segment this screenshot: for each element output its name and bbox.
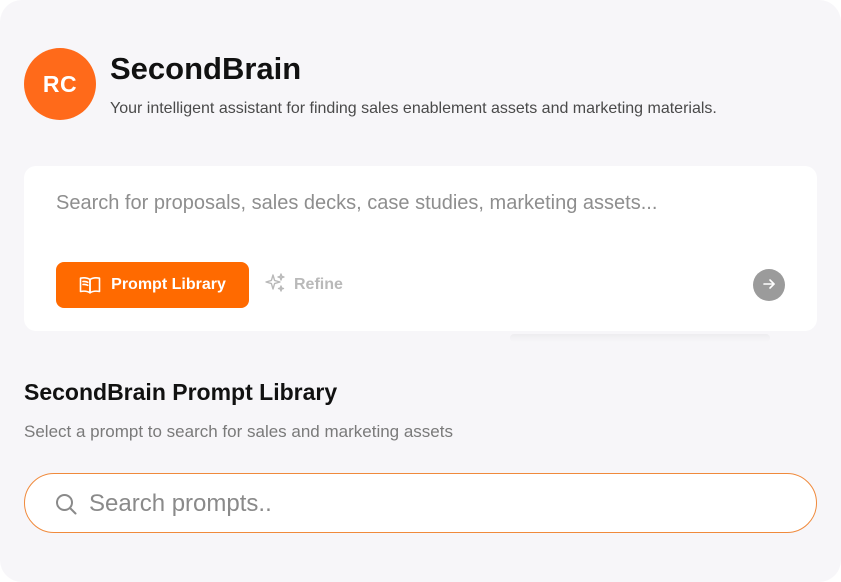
app-tagline: Your intelligent assistant for finding s… bbox=[110, 100, 717, 117]
main-search-input[interactable] bbox=[56, 188, 776, 218]
prompt-search-box[interactable] bbox=[24, 473, 817, 533]
search-icon bbox=[54, 492, 78, 516]
avatar: RC bbox=[24, 48, 96, 120]
prompt-library-subtitle: Select a prompt to search for sales and … bbox=[24, 422, 453, 441]
prompt-search-input[interactable] bbox=[89, 488, 789, 520]
sparkles-icon bbox=[264, 272, 286, 299]
send-button[interactable] bbox=[753, 269, 785, 301]
app-title: SecondBrain bbox=[110, 51, 302, 86]
card-shadow bbox=[510, 334, 770, 342]
prompt-library-button[interactable]: Prompt Library bbox=[56, 262, 249, 308]
arrow-right-icon bbox=[761, 276, 777, 295]
search-card: Prompt Library Refine bbox=[24, 166, 817, 331]
refine-label: Refine bbox=[294, 276, 343, 293]
prompt-library-label: Prompt Library bbox=[111, 276, 226, 293]
app-panel: RC SecondBrain Your intelligent assistan… bbox=[0, 0, 841, 582]
prompt-library-title: SecondBrain Prompt Library bbox=[24, 379, 338, 405]
book-icon bbox=[79, 276, 101, 294]
avatar-initials: RC bbox=[42, 70, 78, 97]
refine-button[interactable]: Refine bbox=[264, 270, 343, 300]
